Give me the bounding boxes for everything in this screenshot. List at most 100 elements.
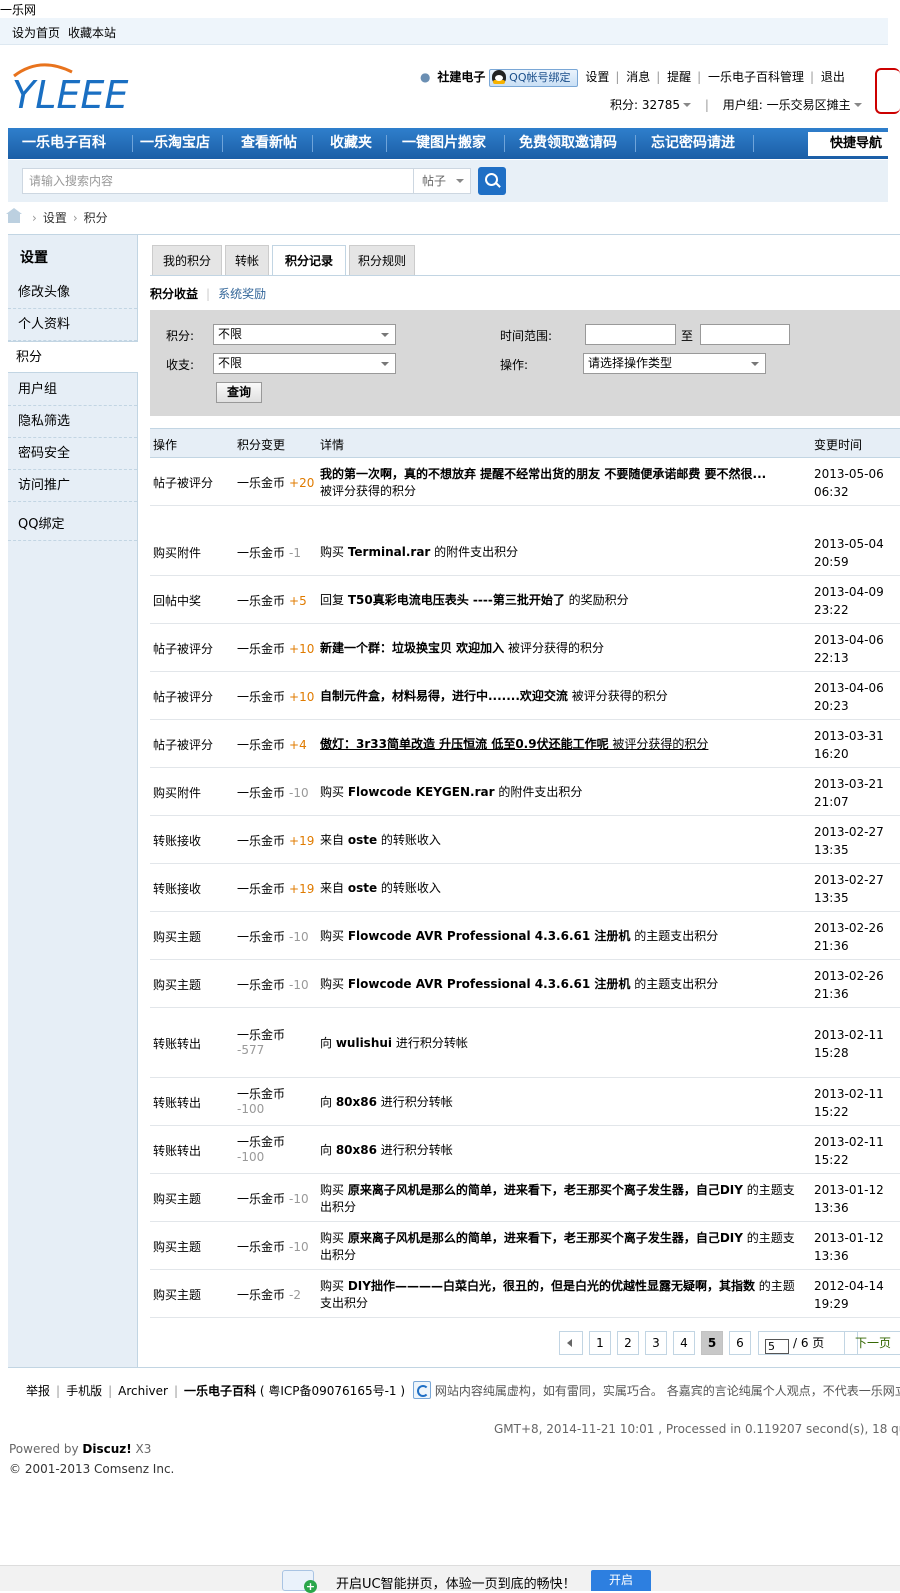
user-panel: ● 社建电子 QQ帐号绑定 设置 | 消息 | 提醒 | 一乐电子百科管理 | 退出 积… bbox=[420, 66, 880, 116]
sidebar-item-usergroup[interactable]: 用户组 bbox=[8, 374, 137, 406]
row-thread-link[interactable]: oste bbox=[348, 881, 377, 895]
sidebar-item-points[interactable]: 积分 bbox=[8, 341, 138, 373]
row-time: 2013-02-26 21:36 bbox=[814, 969, 884, 1001]
footer-archiver-link[interactable]: Archiver bbox=[118, 1384, 168, 1398]
nav-item-forgot-password[interactable]: 忘记密码请进 bbox=[651, 128, 735, 159]
filter-inout-select[interactable]: 不限 bbox=[213, 353, 396, 374]
row-thread-link[interactable]: Terminal.rar bbox=[348, 545, 431, 559]
search-input[interactable]: 请输入搜索内容 bbox=[22, 168, 414, 194]
tab-points-rules[interactable]: 积分规则 bbox=[349, 245, 415, 275]
home-icon[interactable] bbox=[6, 208, 22, 223]
bookmark-link[interactable]: 收藏本站 bbox=[68, 24, 116, 41]
page-4[interactable]: 4 bbox=[673, 1331, 695, 1355]
site-logo[interactable]: YLEEE bbox=[10, 58, 170, 118]
row-currency: 一乐金币 bbox=[237, 594, 286, 608]
sidebar-item-privacy[interactable]: 隐私筛选 bbox=[8, 406, 137, 438]
row-operation: 帖子被评分 bbox=[153, 690, 214, 704]
row-thread-link[interactable]: Flowcode AVR Professional 4.3.6.61 注册机 bbox=[348, 977, 631, 991]
page-6[interactable]: 6 bbox=[729, 1331, 751, 1355]
time-end-input[interactable] bbox=[700, 324, 790, 345]
row-detail: 向 80x86 进行积分转帐 bbox=[320, 1095, 453, 1109]
row-thread-link[interactable]: DIY拙作————白菜白光，很丑的，但是白光的优越性显露无疑啊，其指数 bbox=[348, 1279, 755, 1293]
row-detail: 向 80x86 进行积分转帐 bbox=[320, 1143, 453, 1157]
row-time: 2013-02-26 21:36 bbox=[814, 921, 884, 953]
row-change: 一乐金币 -100 bbox=[237, 1085, 285, 1116]
subtab-system-reward[interactable]: 系统奖励 bbox=[218, 287, 266, 301]
row-thread-link[interactable]: 80x86 bbox=[336, 1095, 377, 1109]
settings-link[interactable]: 设置 bbox=[585, 70, 609, 84]
row-thread-link[interactable]: 原来离子风机是那么的简单，进来看下，老王那买个离子发生器，自己DIY bbox=[348, 1231, 743, 1245]
page-1[interactable]: 1 bbox=[589, 1331, 611, 1355]
sidebar-item-avatar[interactable]: 修改头像 bbox=[8, 277, 137, 309]
table-row: 购买主题 一乐金币 -10 购买 原来离子风机是那么的简单，进来看下，老王那买个离子发… bbox=[150, 1222, 900, 1270]
footer-mobile-link[interactable]: 手机版 bbox=[66, 1384, 102, 1398]
footer-disclaimer: 网站内容纯属虚构，如有雷同，实属巧合。 各嘉宾的言论纯属个人观点，不代表一乐网立… bbox=[434, 1384, 900, 1398]
filter-points-select[interactable]: 不限 bbox=[213, 324, 396, 345]
nav-item-taobao[interactable]: 一乐淘宝店 bbox=[140, 128, 210, 159]
query-button[interactable]: 查询 bbox=[216, 382, 262, 403]
row-thread-link[interactable]: wulishui bbox=[336, 1036, 392, 1050]
sidebar-item-promotion[interactable]: 访问推广 bbox=[8, 470, 137, 502]
next-page-button[interactable]: 下一页 bbox=[844, 1331, 900, 1355]
sidebar-item-qq[interactable]: QQ绑定 bbox=[8, 509, 137, 541]
row-thread-link[interactable]: Flowcode AVR Professional 4.3.6.61 注册机 bbox=[348, 929, 631, 943]
row-thread-link[interactable]: 自制元件盒，材料易得，进行中.......欢迎交流 bbox=[320, 689, 568, 703]
prev-page-button[interactable] bbox=[559, 1331, 583, 1355]
admin-link[interactable]: 一乐电子百科管理 bbox=[708, 70, 804, 84]
row-thread-link[interactable]: T50真彩电流电压表头 ----第三批开始了 bbox=[348, 593, 565, 607]
username-link[interactable]: 社建电子 bbox=[437, 70, 485, 84]
discuz-link[interactable]: Discuz! bbox=[82, 1442, 131, 1456]
row-amount: +4 bbox=[289, 738, 307, 752]
page-2[interactable]: 2 bbox=[617, 1331, 639, 1355]
qq-bind-button[interactable]: QQ帐号绑定 bbox=[489, 69, 579, 87]
row-amount: -1 bbox=[289, 546, 301, 560]
row-thread-link[interactable]: 80x86 bbox=[336, 1143, 377, 1157]
table-row: 帖子被评分 一乐金币 +4 傲灯：3r33简单改造 升压恒流 低至0.9伏还能工作呢 … bbox=[150, 720, 900, 768]
group-dropdown-icon[interactable] bbox=[853, 103, 862, 107]
row-currency: 一乐金币 bbox=[237, 1087, 286, 1101]
footer-report-link[interactable]: 举报 bbox=[26, 1384, 50, 1398]
row-detail: 购买 原来离子风机是那么的简单，进来看下，老王那买个离子发生器，自己DIY 的主… bbox=[320, 1231, 795, 1262]
table-row: 帖子被评分 一乐金币 +20 我的第一次啊，真的不想放弃 提醒不经常出货的朋友 不要随… bbox=[150, 458, 900, 506]
footer-icp-link[interactable]: ( 粤ICP备09076165号-1 ) bbox=[260, 1384, 405, 1398]
uc-enable-button[interactable]: 开启 bbox=[591, 1570, 651, 1591]
sidebar-item-password[interactable]: 密码安全 bbox=[8, 438, 137, 470]
filter-op-select[interactable]: 请选择操作类型 bbox=[583, 353, 766, 374]
table-row: 转账转出 一乐金币 -577 向 wulishui 进行积分转帐 2013-02-11 1… bbox=[150, 1008, 900, 1078]
row-thread-link[interactable]: 我的第一次啊，真的不想放弃 提醒不经常出货的朋友 不要随便承诺邮费 要不然很..… bbox=[320, 467, 766, 481]
row-thread-link[interactable]: 新建一个群：垃圾换宝贝 欢迎加入 bbox=[320, 641, 504, 655]
page-jump-input[interactable]: 5 bbox=[765, 1339, 789, 1354]
messages-link[interactable]: 消息 bbox=[626, 70, 650, 84]
breadcrumb-settings[interactable]: 设置 bbox=[43, 211, 67, 225]
search-button[interactable] bbox=[478, 167, 506, 195]
row-detail: 向 wulishui 进行积分转帐 bbox=[320, 1036, 468, 1050]
nav-item-image-move[interactable]: 一键图片搬家 bbox=[402, 128, 486, 159]
certification-icon[interactable] bbox=[412, 1381, 431, 1399]
points-display[interactable]: 积分: 32785 bbox=[610, 98, 680, 112]
nav-item-wiki[interactable]: 一乐电子百科 bbox=[22, 128, 106, 159]
quick-nav-button[interactable]: 快捷导航 bbox=[808, 132, 900, 156]
row-currency: 一乐金币 bbox=[237, 1288, 286, 1302]
row-thread-link[interactable]: oste bbox=[348, 833, 377, 847]
row-thread-link[interactable]: Flowcode KEYGEN.rar bbox=[348, 785, 495, 799]
tab-transfer[interactable]: 转帐 bbox=[225, 245, 269, 275]
nav-item-new-posts[interactable]: 查看新帖 bbox=[241, 128, 297, 159]
nav-item-favorites[interactable]: 收藏夹 bbox=[330, 128, 372, 159]
filter-panel: 积分: 不限 收支: 不限 时间范围: 至 操作: 请选择操作类型 查询 bbox=[150, 310, 900, 416]
sidebar-item-profile[interactable]: 个人资料 bbox=[8, 309, 137, 341]
logout-link[interactable]: 退出 bbox=[821, 70, 845, 84]
footer-site-link[interactable]: 一乐电子百科 bbox=[184, 1384, 256, 1398]
page-3[interactable]: 3 bbox=[645, 1331, 667, 1355]
time-start-input[interactable] bbox=[585, 324, 676, 345]
points-dropdown-icon[interactable] bbox=[683, 103, 692, 107]
tab-points-log[interactable]: 积分记录 bbox=[272, 245, 346, 276]
tab-my-points[interactable]: 我的积分 bbox=[152, 245, 222, 275]
subtab-income[interactable]: 积分收益 bbox=[150, 287, 198, 301]
row-thread-link[interactable]: 原来离子风机是那么的简单，进来看下，老王那买个离子发生器，自己DIY bbox=[348, 1183, 743, 1197]
nav-item-invite-code[interactable]: 免费领取邀请码 bbox=[519, 128, 617, 159]
user-group-display[interactable]: 用户组: 一乐交易区摊主 bbox=[723, 98, 851, 112]
row-thread-link[interactable]: 傲灯：3r33简单改造 升压恒流 低至0.9伏还能工作呢 bbox=[320, 737, 609, 751]
set-home-link[interactable]: 设为首页 bbox=[12, 24, 60, 41]
search-type-select[interactable]: 帖子 bbox=[413, 168, 471, 194]
reminders-link[interactable]: 提醒 bbox=[667, 70, 691, 84]
